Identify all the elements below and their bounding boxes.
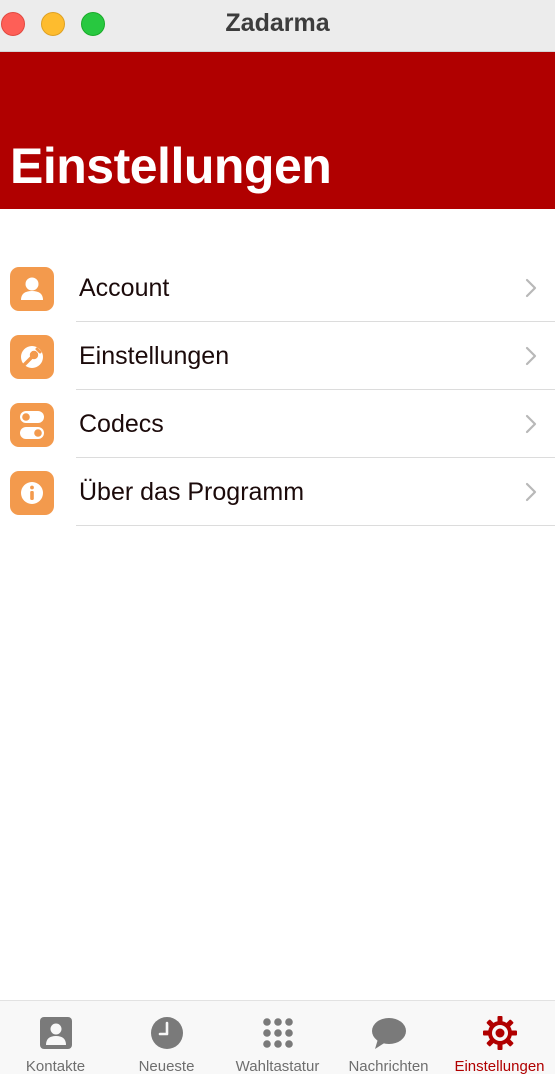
- toggles-icon: [10, 403, 54, 447]
- settings-item-codecs[interactable]: Codecs: [0, 390, 555, 458]
- settings-item-label: Account: [79, 274, 170, 302]
- info-icon: [10, 471, 54, 515]
- gear-icon: [482, 1016, 517, 1050]
- settings-item-label: Über das Programm: [79, 478, 305, 506]
- chat-bubble-icon: [371, 1018, 406, 1049]
- settings-item-label: Einstellungen: [79, 342, 230, 370]
- tab-einstellungen[interactable]: Einstellungen: [444, 1001, 555, 1074]
- tab-neueste[interactable]: Neueste: [111, 1001, 222, 1074]
- window-titlebar: Zadarma: [0, 0, 555, 52]
- tab-label: Einstellungen: [454, 1058, 545, 1074]
- settings-item-einstellungen[interactable]: Einstellungen: [0, 322, 555, 390]
- tab-bar: Kontakte Neueste Wahltastatur Nachrichte…: [0, 1000, 555, 1074]
- wrench-icon: [10, 335, 54, 379]
- chevron-right-icon: [525, 482, 537, 502]
- person-icon: [10, 267, 54, 311]
- row-divider: [76, 525, 555, 526]
- clock-icon: [150, 1017, 183, 1049]
- page-title: Einstellungen: [10, 138, 332, 194]
- settings-item-account[interactable]: Account: [0, 254, 555, 322]
- settings-item-about[interactable]: Über das Programm: [0, 458, 555, 526]
- chevron-right-icon: [525, 346, 537, 366]
- contact-card-icon: [39, 1017, 72, 1049]
- chevron-right-icon: [525, 414, 537, 434]
- chevron-right-icon: [525, 278, 537, 298]
- tab-nachrichten[interactable]: Nachrichten: [333, 1001, 444, 1074]
- tab-kontakte[interactable]: Kontakte: [0, 1001, 111, 1074]
- dialpad-icon: [262, 1018, 293, 1048]
- page-header: Einstellungen: [0, 52, 555, 209]
- settings-list: Account Einstellungen Codecs Über das Pr…: [0, 254, 555, 526]
- settings-item-label: Codecs: [79, 410, 164, 438]
- tab-wahltastatur[interactable]: Wahltastatur: [222, 1001, 333, 1074]
- window-title: Zadarma: [225, 9, 330, 37]
